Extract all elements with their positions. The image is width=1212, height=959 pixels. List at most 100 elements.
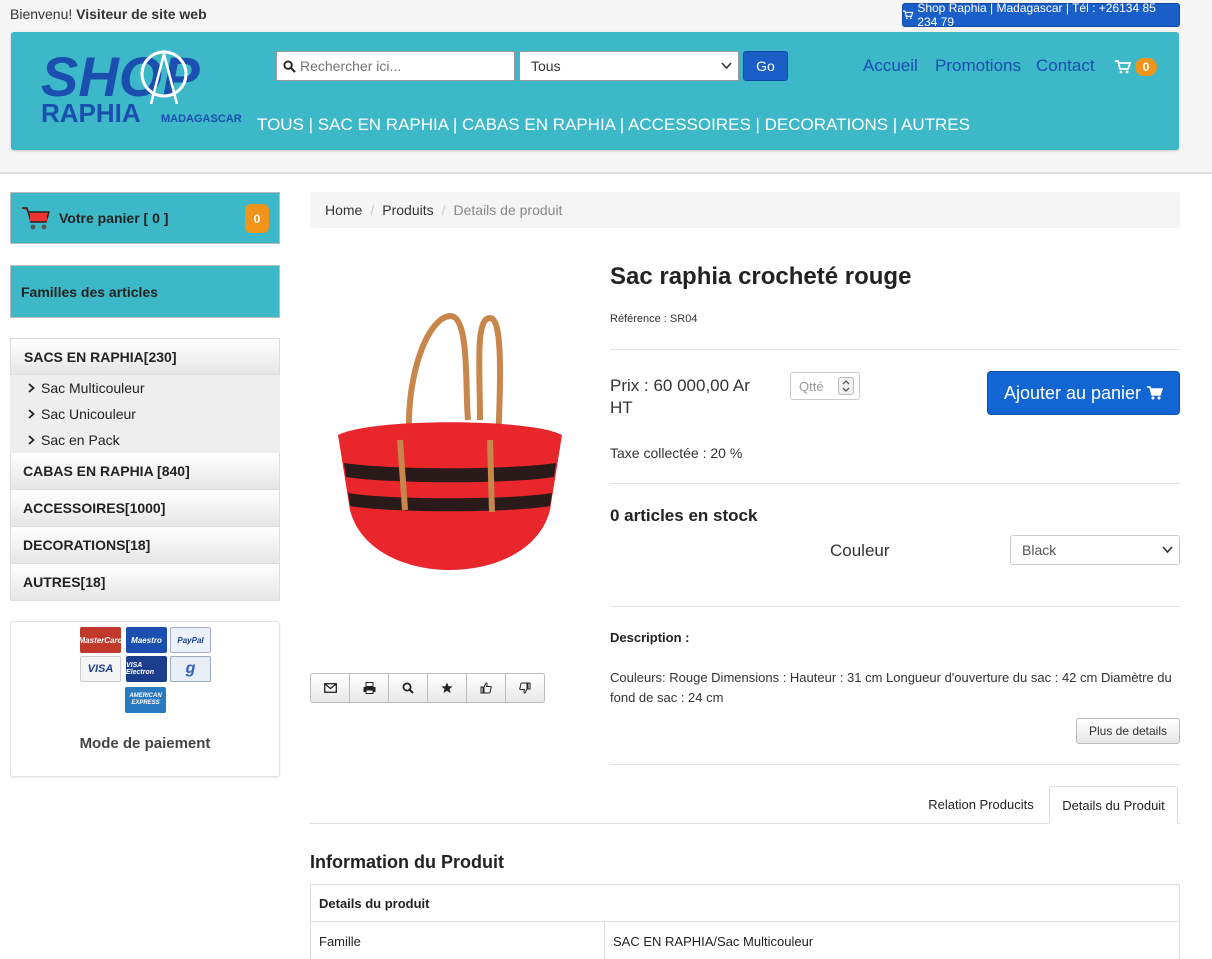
tax-info: Taxe collectée : 20 % xyxy=(610,445,743,461)
mastercard-logo: MasterCard xyxy=(79,627,123,653)
contact-phone-button[interactable]: Shop Raphia | Madagascar | Tél : +26134 … xyxy=(902,1,1180,29)
divider xyxy=(610,349,1180,350)
subcategory-sac-multicouleur[interactable]: Sac Multicouleur xyxy=(10,375,280,401)
email-button[interactable] xyxy=(311,674,350,702)
email-icon xyxy=(323,683,337,693)
breadcrumb-home[interactable]: Home xyxy=(325,202,362,218)
like-button[interactable] xyxy=(467,674,506,702)
nav-accueil[interactable]: Accueil xyxy=(863,56,918,76)
visa-logo: VISA xyxy=(80,656,121,682)
welcome-prefix: Bienvenu! xyxy=(10,6,73,22)
color-select-value: Black xyxy=(1022,542,1057,558)
bag-strap xyxy=(487,439,495,513)
print-button[interactable] xyxy=(350,674,389,702)
product-info-title: Information du Produit xyxy=(310,852,504,872)
product-price: Prix : 60 000,00 Ar HT xyxy=(610,376,750,417)
add-to-cart-label: Ajouter au panier xyxy=(1003,382,1142,403)
breadcrumb: Home / Produits / Details de produit xyxy=(310,192,1180,228)
category-cabas-en-raphia[interactable]: CABAS EN RAPHIA [840] xyxy=(10,453,280,490)
star-icon xyxy=(441,682,453,693)
nav-contact[interactable]: Contact xyxy=(1036,56,1095,76)
product-reference: Référence : SR04 xyxy=(610,313,698,325)
product-info-table: Details du produit Famille SAC EN RAPHIA… xyxy=(310,884,1180,959)
print-icon xyxy=(363,682,375,694)
category-select-value: Tous xyxy=(531,58,561,74)
families-title: Familles des articles xyxy=(10,265,280,318)
sidebar-cart[interactable]: Votre panier [ 0 ] 0 xyxy=(10,192,280,244)
quantity-placeholder: Qtté xyxy=(799,378,824,394)
payment-label: Mode de paiement xyxy=(79,735,211,752)
table-cell-key: Famille xyxy=(311,922,605,959)
category-decorations[interactable]: DECORATIONS[18] xyxy=(10,527,280,564)
table-header: Details du produit xyxy=(311,885,1179,922)
chevron-right-icon xyxy=(28,383,35,393)
maestro-logo: Maestro xyxy=(126,627,167,653)
nav-promotions[interactable]: Promotions xyxy=(935,56,1021,76)
divider xyxy=(610,606,1180,607)
search-input[interactable] xyxy=(300,58,500,74)
search-box xyxy=(276,51,515,81)
category-accessoires[interactable]: ACCESSOIRES[1000] xyxy=(10,490,280,527)
stock-info: 0 articles en stock xyxy=(610,506,758,525)
cart-icon xyxy=(1115,60,1131,74)
category-sacs-en-raphia[interactable]: SACS EN RAPHIA[230] xyxy=(10,338,280,375)
logo-madagascar: MADAGASCAR xyxy=(161,113,242,125)
welcome-user: Visiteur de site web xyxy=(76,6,207,22)
category-menu[interactable]: TOUS | SAC EN RAPHIA | CABAS EN RAPHIA |… xyxy=(257,115,970,135)
subcategory-label: Sac en Pack xyxy=(41,432,120,448)
product-title: Sac raphia crocheté rouge xyxy=(610,263,912,290)
quantity-stepper[interactable]: Qtté xyxy=(790,372,860,400)
divider xyxy=(610,483,1180,484)
description-title: Description : xyxy=(610,630,690,645)
breadcrumb-current: Details de produit xyxy=(453,202,563,218)
cart-icon xyxy=(1147,386,1164,400)
table-row: Famille SAC EN RAPHIA/Sac Multicouleur xyxy=(311,922,1179,959)
subcategory-label: Sac Multicouleur xyxy=(41,380,145,396)
thumbs-up-icon xyxy=(480,682,492,694)
zoom-icon xyxy=(402,682,414,694)
breadcrumb-separator: / xyxy=(370,202,375,218)
sidebar-cart-badge: 0 xyxy=(245,204,269,233)
shop-raphia-logo[interactable]: SHOP RAPHIA MADAGASCAR xyxy=(39,46,249,128)
header-cart[interactable]: 0 xyxy=(1115,58,1157,76)
color-label: Couleur xyxy=(830,541,890,560)
payment-methods: MasterCard Maestro PayPal VISA VISA Elec… xyxy=(10,621,280,777)
header: SHOP RAPHIA MADAGASCAR Tous Go Accueil P… xyxy=(11,32,1179,150)
welcome-text: Bienvenu! Visiteur de site web xyxy=(10,6,207,22)
category-select[interactable]: Tous xyxy=(519,51,739,81)
stepper-arrows-icon[interactable] xyxy=(838,377,854,395)
cart-count-badge: 0 xyxy=(1135,58,1157,76)
more-details-button[interactable]: Plus de details xyxy=(1076,718,1180,744)
chevron-down-icon xyxy=(1162,546,1173,554)
paypal-logo: PayPal xyxy=(170,627,211,653)
search-icon xyxy=(283,59,296,73)
zoom-button[interactable] xyxy=(389,674,428,702)
google-checkout-logo: g xyxy=(170,656,211,682)
tab-related-products[interactable]: Relation Producits xyxy=(915,786,1047,823)
subcategory-sac-unicouleur[interactable]: Sac Unicouleur xyxy=(10,401,280,427)
contact-label: Shop Raphia | Madagascar | Tél : +26134 … xyxy=(917,1,1156,29)
logo-raphia: RAPHIA xyxy=(41,98,141,128)
cart-icon xyxy=(903,10,914,20)
search-go-button[interactable]: Go xyxy=(743,51,788,81)
product-toolbar xyxy=(310,673,545,703)
amex-logo: AMERICAN EXPRESS xyxy=(125,687,166,713)
subcategory-sac-en-pack[interactable]: Sac en Pack xyxy=(10,427,280,453)
chevron-down-icon xyxy=(721,62,732,70)
cart-label: Votre panier [ 0 ] xyxy=(59,210,169,226)
divider xyxy=(610,764,1180,765)
favorite-button[interactable] xyxy=(428,674,467,702)
subcategory-label: Sac Unicouleur xyxy=(41,406,136,422)
add-to-cart-button[interactable]: Ajouter au panier xyxy=(987,371,1180,415)
dislike-button[interactable] xyxy=(506,674,544,702)
thumbs-down-icon xyxy=(519,682,531,694)
breadcrumb-separator: / xyxy=(441,202,446,218)
tab-product-details[interactable]: Details du Produit xyxy=(1049,786,1178,824)
visa-electron-logo: VISA Electron xyxy=(126,656,167,682)
shopping-cart-icon xyxy=(22,207,50,230)
breadcrumb-produits[interactable]: Produits xyxy=(382,202,433,218)
color-select[interactable]: Black xyxy=(1010,535,1180,565)
product-image[interactable] xyxy=(330,300,570,610)
category-list: SACS EN RAPHIA[230] Sac Multicouleur Sac… xyxy=(10,338,280,601)
category-autres[interactable]: AUTRES[18] xyxy=(10,564,280,601)
